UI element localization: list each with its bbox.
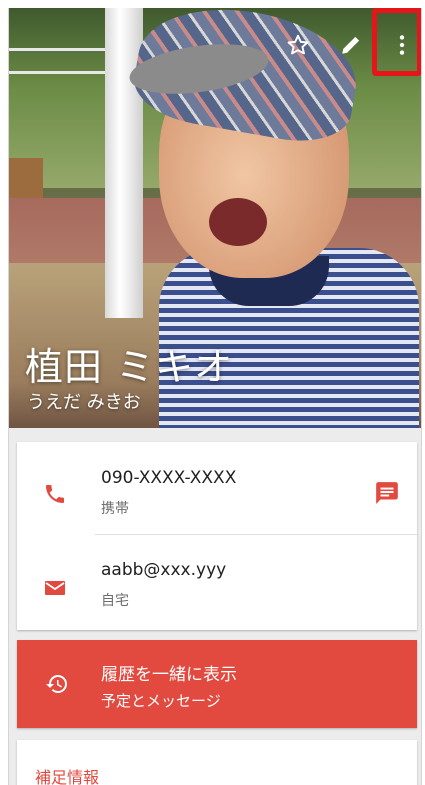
history-icon	[46, 675, 67, 693]
additional-info-card: 補足情報	[17, 740, 417, 785]
edit-pencil-icon[interactable]	[338, 32, 364, 58]
phone-number: 090-XXXX-XXXX	[101, 468, 237, 488]
email-icon	[45, 581, 65, 595]
photo-mouth	[209, 198, 267, 246]
contact-name-reading: うえだ みきお	[27, 392, 141, 413]
star-outline-icon[interactable]	[285, 32, 311, 58]
more-menu-highlight	[372, 8, 421, 76]
contact-info-card: 090-XXXX-XXXX 携帯 aabb@xxx.yyy 自宅	[17, 442, 417, 630]
additional-info-title: 補足情報	[35, 768, 100, 785]
phone-row[interactable]: 090-XXXX-XXXX 携帯	[17, 442, 417, 534]
email-address: aabb@xxx.yyy	[101, 560, 227, 580]
history-subtitle: 予定とメッセージ	[101, 692, 221, 710]
email-row[interactable]: aabb@xxx.yyy 自宅	[17, 536, 417, 628]
email-type: 自宅	[101, 593, 129, 609]
contact-detail-screen: 植田 ミキオ うえだ みきお 090-XXXX-XXXX 携帯 aabb@xxx…	[8, 8, 422, 785]
phone-icon	[46, 485, 64, 503]
history-button[interactable]: 履歴を一緒に表示 予定とメッセージ	[17, 640, 417, 728]
row-divider	[95, 534, 417, 535]
history-title: 履歴を一緒に表示	[101, 665, 237, 685]
message-icon[interactable]	[374, 480, 400, 506]
photo-bench	[9, 158, 43, 198]
phone-type: 携帯	[101, 501, 129, 517]
contact-name: 植田 ミキオ	[25, 345, 234, 389]
